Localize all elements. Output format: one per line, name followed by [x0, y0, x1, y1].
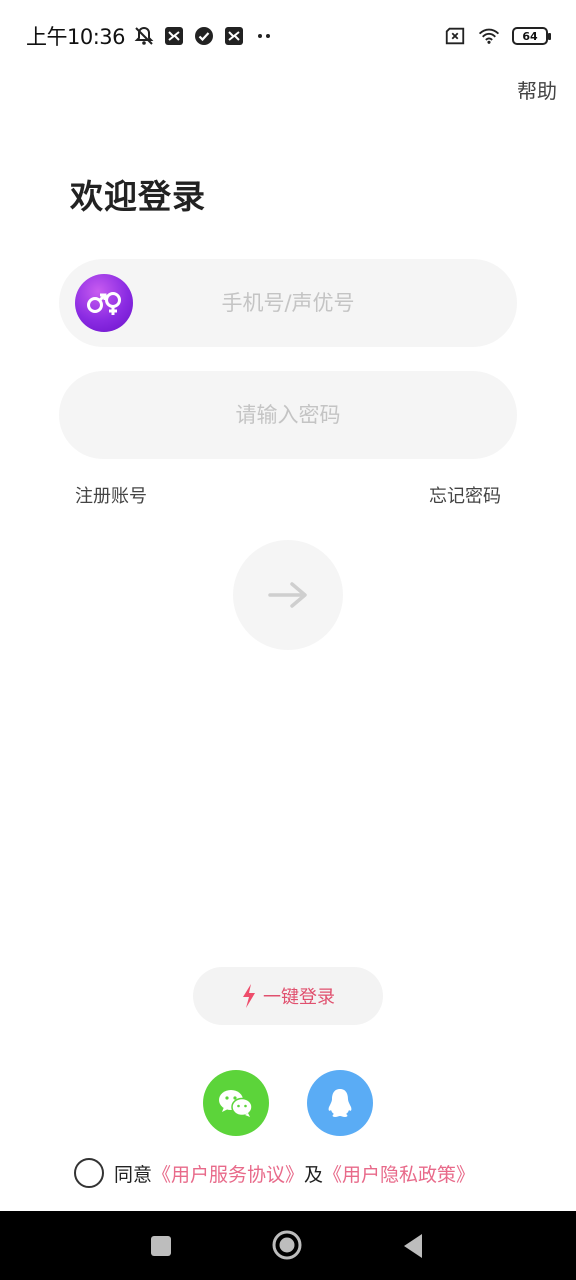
agree-and: 及 — [304, 1163, 324, 1186]
system-nav-bar — [0, 1211, 576, 1280]
qq-login-button[interactable] — [307, 1070, 373, 1136]
privacy-policy-link[interactable]: 《用户隐私政策》 — [323, 1160, 475, 1187]
battery-level: 64 — [522, 29, 538, 43]
square-icon — [151, 1236, 171, 1256]
app-notification-icon — [223, 25, 245, 47]
qq-icon — [328, 1089, 352, 1117]
one-key-login-button[interactable]: 一键登录 — [193, 967, 383, 1025]
account-links: 注册账号 忘记密码 — [75, 482, 501, 508]
home-button[interactable] — [272, 1230, 302, 1260]
wechat-icon — [219, 1090, 253, 1117]
phone-input[interactable] — [138, 291, 438, 315]
status-left: 上午10:36 — [26, 21, 275, 51]
arrow-right-icon — [268, 582, 307, 608]
recents-button[interactable] — [150, 1235, 172, 1257]
more-dots-icon — [253, 25, 275, 47]
help-link[interactable]: 帮助 — [517, 75, 557, 104]
home-circle-icon — [272, 1230, 302, 1260]
battery-icon: 64 — [512, 27, 551, 45]
password-input[interactable] — [138, 403, 438, 427]
wechat-login-button[interactable] — [203, 1070, 269, 1136]
service-agreement-link[interactable]: 《用户服务协议》 — [152, 1160, 304, 1187]
wifi-icon — [478, 25, 500, 47]
mute-icon — [133, 25, 155, 47]
register-link[interactable]: 注册账号 — [75, 482, 147, 508]
lightning-icon — [243, 984, 255, 1008]
page-title: 欢迎登录 — [70, 177, 206, 216]
agreement-row: 同意 《用户服务协议》 及 《用户隐私政策》 — [74, 1158, 475, 1188]
back-triangle-icon — [404, 1234, 422, 1258]
app-notification-icon — [163, 25, 185, 47]
status-bar: 上午10:36 64 — [0, 0, 576, 72]
phone-field[interactable] — [59, 259, 517, 347]
check-circle-icon — [193, 25, 215, 47]
gender-symbols-icon — [75, 274, 133, 332]
status-right: 64 — [444, 25, 551, 47]
password-field[interactable] — [59, 371, 517, 459]
one-key-login-label: 一键登录 — [263, 987, 335, 1008]
sim-x-icon — [444, 25, 466, 47]
agree-checkbox[interactable] — [74, 1158, 104, 1188]
back-button[interactable] — [402, 1233, 424, 1259]
forgot-password-link[interactable]: 忘记密码 — [429, 482, 501, 508]
login-submit-button[interactable] — [233, 540, 343, 650]
agree-prefix: 同意 — [114, 1163, 153, 1186]
status-time: 上午10:36 — [26, 25, 126, 49]
